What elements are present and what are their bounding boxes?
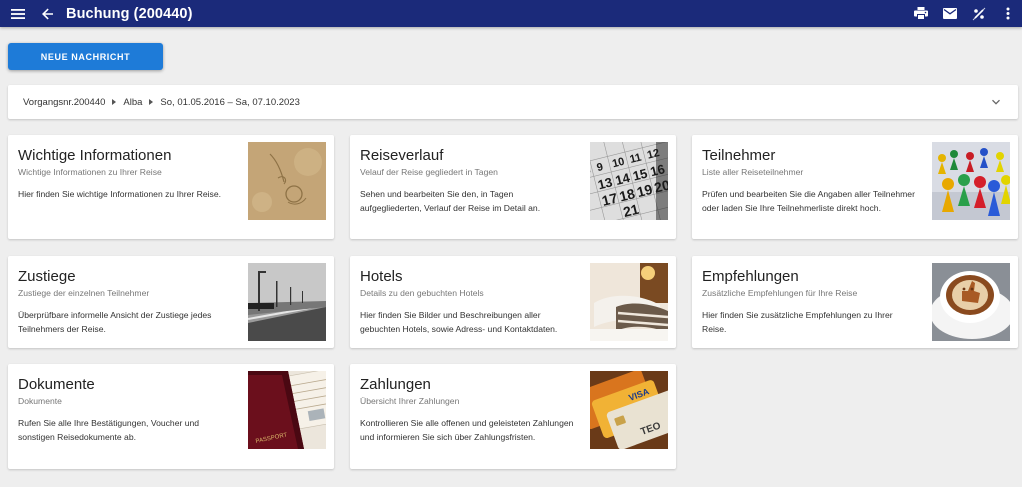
card-title: Zustiege	[18, 268, 76, 285]
card-subtitle: Dokumente	[18, 396, 62, 406]
card-recommendations[interactable]: Empfehlungen Zusätzliche Empfehlungen fü…	[692, 256, 1018, 348]
card-description: Überprüfbare informelle Ansicht der Zust…	[18, 310, 212, 334]
platform-image	[248, 263, 326, 341]
card-title: Empfehlungen	[702, 268, 799, 285]
passport-image: PASSPORT	[248, 371, 326, 449]
breadcrumb-booking-number[interactable]: Vorgangsnr.200440	[23, 97, 105, 108]
card-description: Kontrollieren Sie alle offenen und gelei…	[360, 418, 574, 442]
card-participants[interactable]: Teilnehmer Liste aller Reiseteilnehmer P…	[692, 135, 1018, 239]
breadcrumb-separator-icon	[149, 99, 154, 105]
credit-cards-image: VISA TEO	[590, 371, 668, 449]
coffee-thumb-image	[932, 263, 1010, 341]
breadcrumb-destination[interactable]: Alba	[123, 97, 142, 108]
card-description: Rufen Sie alle Ihre Bestätigungen, Vouch…	[18, 418, 200, 442]
card-description: Sehen und bearbeiten Sie den, in Tagen a…	[360, 189, 541, 213]
card-description: Hier finden Sie Bilder und Beschreibunge…	[360, 310, 558, 334]
game-pieces-image	[932, 142, 1010, 220]
card-important-info[interactable]: Wichtige Informationen Wichtige Informat…	[8, 135, 334, 239]
chevron-down-icon[interactable]	[990, 96, 1002, 108]
breadcrumb[interactable]: Vorgangsnr.200440 Alba So, 01.05.2016 – …	[8, 85, 1018, 119]
card-subtitle: Details zu den gebuchten Hotels	[360, 288, 484, 298]
hotel-pillows-image	[590, 263, 668, 341]
card-description: Hier finden Sie zusätzliche Empfehlungen…	[702, 310, 893, 334]
card-documents[interactable]: Dokumente Dokumente Rufen Sie alle Ihre …	[8, 364, 334, 469]
card-subtitle: Zustiege der einzelnen Teilnehmer	[18, 288, 150, 298]
new-message-button[interactable]: NEUE NACHRICHT	[8, 43, 163, 70]
breadcrumb-separator-icon	[112, 99, 117, 105]
card-description: Prüfen und bearbeiten Sie die Angaben al…	[702, 189, 915, 213]
back-arrow-icon[interactable]	[34, 0, 62, 27]
mail-icon[interactable]	[935, 0, 964, 27]
card-title: Teilnehmer	[702, 147, 776, 164]
card-subtitle: Velauf der Reise gegliedert in Tagen	[360, 167, 498, 177]
menu-icon[interactable]	[4, 0, 32, 27]
card-boarding-points[interactable]: Zustiege Zustiege der einzelnen Teilnehm…	[8, 256, 334, 348]
card-title: Zahlungen	[360, 376, 431, 393]
sand-writing-image	[248, 142, 326, 220]
card-title: Hotels	[360, 268, 403, 285]
card-itinerary[interactable]: Reiseverlauf Velauf der Reise gegliedert…	[350, 135, 676, 239]
card-subtitle: Wichtige Informationen zu Ihrer Reise	[18, 167, 162, 177]
breadcrumb-dates[interactable]: So, 01.05.2016 – Sa, 07.10.2023	[160, 97, 299, 108]
percent-offer-icon[interactable]	[964, 0, 993, 27]
card-payments[interactable]: Zahlungen Übersicht Ihrer Zahlungen Kont…	[350, 364, 676, 469]
print-icon[interactable]	[906, 0, 935, 27]
calendar-image: 8 9 10 11 12 13 14 15 16 17 18 19 20 21	[590, 142, 668, 220]
card-title: Dokumente	[18, 376, 95, 393]
card-title: Wichtige Informationen	[18, 147, 172, 164]
card-subtitle: Liste aller Reiseteilnehmer	[702, 167, 804, 177]
card-subtitle: Übersicht Ihrer Zahlungen	[360, 396, 460, 406]
card-description: Hier finden Sie wichtige Informationen z…	[18, 189, 222, 199]
page-title: Buchung (200440)	[66, 5, 193, 22]
card-hotels[interactable]: Hotels Details zu den gebuchten Hotels H…	[350, 256, 676, 348]
app-bar: Buchung (200440)	[0, 0, 1022, 27]
card-title: Reiseverlauf	[360, 147, 444, 164]
more-vert-icon[interactable]	[993, 0, 1022, 27]
card-subtitle: Zusätzliche Empfehlungen für Ihre Reise	[702, 288, 858, 298]
